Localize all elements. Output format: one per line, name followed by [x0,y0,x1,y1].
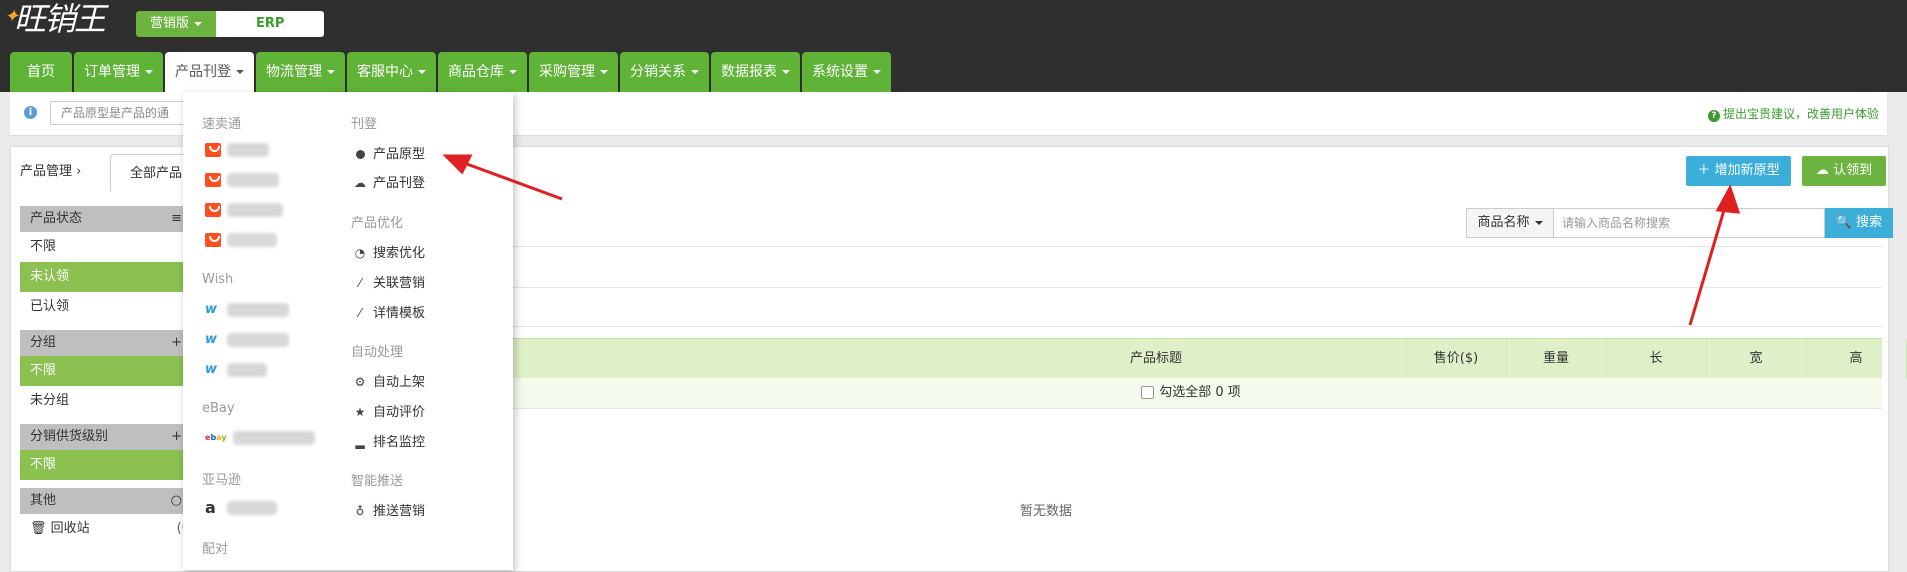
arrowhead-add [1715,184,1741,214]
arrow-to-prototype [455,158,563,201]
annotation-arrows [442,154,1741,326]
arrowhead-prototype [442,154,473,175]
arrow-to-add-button [1688,199,1729,326]
